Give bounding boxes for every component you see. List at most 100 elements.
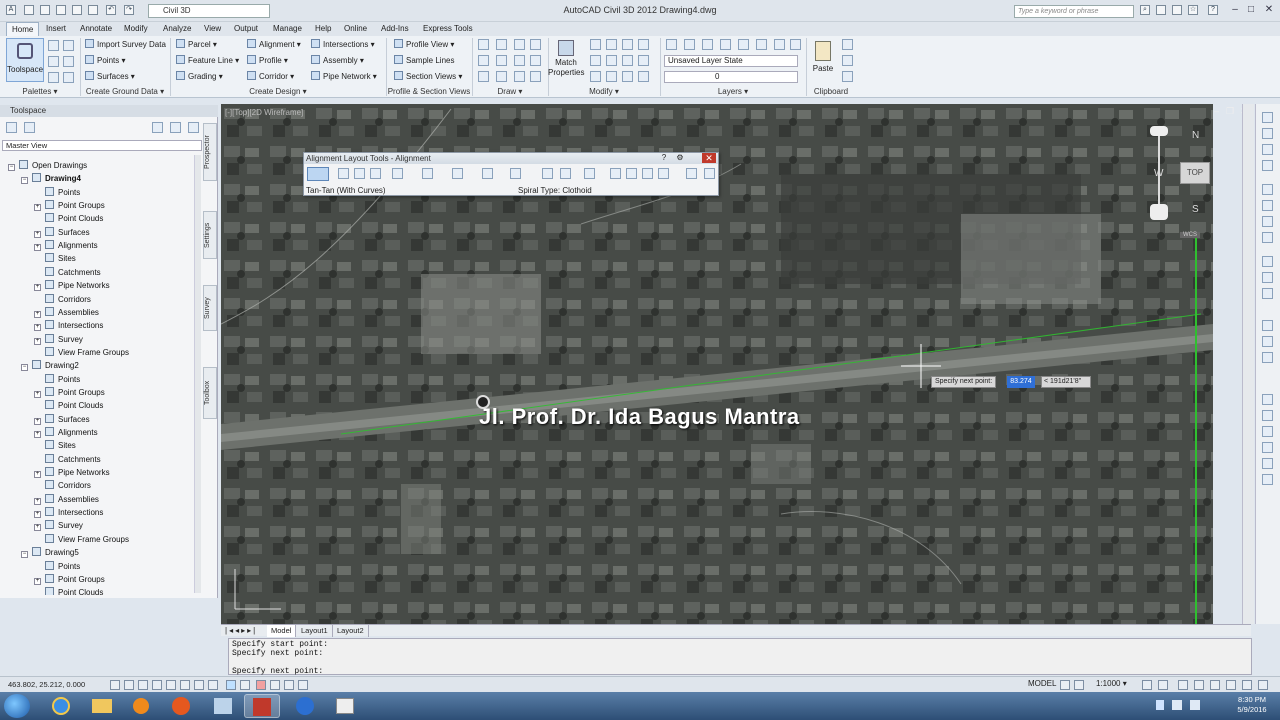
palette-icon[interactable]	[63, 56, 74, 67]
tree-item[interactable]: − Drawing4	[21, 172, 81, 185]
explode-icon[interactable]	[638, 55, 649, 66]
viewcube-south[interactable]: S	[1192, 204, 1199, 215]
refresh-icon[interactable]	[24, 122, 35, 133]
tree-item[interactable]: +Point Clouds	[34, 399, 103, 412]
copy-icon[interactable]	[590, 55, 601, 66]
minimize-icon[interactable]: –	[1228, 4, 1242, 16]
tab-home[interactable]: Home	[6, 22, 40, 36]
viewcube-top-face[interactable]: TOP	[1180, 162, 1210, 184]
taskbar-autocad-icon[interactable]	[244, 694, 280, 718]
nav-tool-icon[interactable]	[1262, 160, 1273, 171]
taskbar-firefox-icon[interactable]	[164, 694, 200, 718]
new-icon[interactable]	[24, 5, 34, 15]
tree-item[interactable]: + Point Groups	[34, 199, 105, 212]
close-icon[interactable]: ✕	[1262, 4, 1276, 16]
panel-layers[interactable]: Layers ▾	[660, 86, 806, 98]
offset-icon[interactable]	[638, 71, 649, 82]
wcs-menu[interactable]: WCS	[1180, 232, 1200, 238]
redo-icon[interactable]	[704, 168, 715, 179]
expand-icon[interactable]: +	[34, 524, 41, 532]
expand-icon[interactable]: +	[34, 337, 41, 345]
corridor-button[interactable]: Corridor ▾	[247, 71, 294, 83]
layer-state-dropdown[interactable]: Unsaved Layer State	[664, 55, 798, 67]
move-icon[interactable]	[590, 39, 601, 50]
tab-help[interactable]: Help	[315, 22, 331, 36]
layer-icon[interactable]	[756, 39, 767, 50]
expand-icon[interactable]: +	[34, 511, 41, 519]
match-properties-button[interactable]: Match Properties	[548, 38, 584, 82]
quick-view-drawings-icon[interactable]	[1074, 680, 1084, 690]
fillet-icon[interactable]	[622, 55, 633, 66]
panel-modify[interactable]: Modify ▾	[548, 86, 660, 98]
options-icon[interactable]: ⚙	[674, 153, 686, 163]
workspace-switching-icon[interactable]	[1178, 680, 1188, 690]
close-icon[interactable]: ✕	[702, 153, 716, 163]
taskbar-app-icon[interactable]	[328, 694, 364, 718]
taskbar-app-icon[interactable]	[288, 694, 324, 718]
save-icon[interactable]	[56, 5, 66, 15]
pan-icon[interactable]	[1262, 184, 1273, 195]
toolbar-icon[interactable]	[152, 122, 163, 133]
panel-draw[interactable]: Draw ▾	[472, 86, 548, 98]
ellipse-icon[interactable]	[496, 71, 507, 82]
tree-item[interactable]: +Corridors	[34, 293, 91, 306]
open-icon[interactable]	[40, 5, 50, 15]
expand-icon[interactable]: −	[21, 364, 28, 372]
tree-item[interactable]: + Survey	[34, 333, 83, 346]
viewcube-west[interactable]: W	[1154, 168, 1163, 179]
help-icon[interactable]: ?	[1208, 5, 1218, 15]
tab-model[interactable]: Model	[267, 625, 297, 637]
undo-icon[interactable]: ↶	[106, 5, 116, 15]
expand-icon[interactable]: +	[34, 471, 41, 479]
pipe-network-button[interactable]: Pipe Network ▾	[311, 71, 377, 83]
viewcube-north[interactable]: N	[1192, 130, 1199, 141]
lock-icon[interactable]	[1194, 680, 1204, 690]
arc-icon[interactable]	[514, 39, 525, 50]
tree-item[interactable]: − Drawing5	[21, 546, 79, 559]
start-button[interactable]	[4, 694, 30, 718]
filter-icon[interactable]	[6, 122, 17, 133]
restore-icon[interactable]: ❐	[1226, 106, 1234, 117]
tab-online[interactable]: Online	[344, 22, 367, 36]
help-icon[interactable]	[188, 122, 199, 133]
nav-tool-icon[interactable]	[1262, 272, 1273, 283]
section-views-button[interactable]: Section Views ▾	[394, 71, 462, 83]
profile-button[interactable]: Profile ▾	[247, 55, 288, 67]
tree-item[interactable]: +Points	[34, 373, 80, 386]
viewport-controls[interactable]: [-][Top][2D Wireframe]	[225, 108, 303, 117]
hardware-acceleration-icon[interactable]	[1210, 680, 1220, 690]
convert-icon[interactable]	[542, 168, 553, 179]
sample-lines-button[interactable]: Sample Lines	[394, 55, 454, 67]
tab-annotate[interactable]: Annotate	[80, 22, 112, 36]
tree-item[interactable]: + Alignments	[34, 426, 98, 439]
layer-icon[interactable]	[720, 39, 731, 50]
steering-wheel-icon[interactable]	[1262, 232, 1273, 243]
nav-tool-icon[interactable]	[1262, 394, 1273, 405]
tree-item[interactable]: − Drawing2	[21, 359, 79, 372]
tab-add-ins[interactable]: Add-Ins	[381, 22, 409, 36]
rotate-icon[interactable]	[530, 39, 541, 50]
tree-item[interactable]: + Assemblies	[34, 493, 99, 506]
orbit-icon[interactable]	[1262, 216, 1273, 227]
snap-icon[interactable]	[110, 680, 120, 690]
quick-view-layouts-icon[interactable]	[1060, 680, 1070, 690]
line-icon[interactable]	[478, 39, 489, 50]
otrack-icon[interactable]	[194, 680, 204, 690]
transparency-icon[interactable]	[256, 680, 266, 690]
alignment-toolbar-title[interactable]: Alignment Layout Tools - Alignment	[304, 153, 718, 164]
cursor-coordinates[interactable]: 463.802, 25.212, 0.000	[8, 680, 85, 689]
selection-cycling-icon[interactable]	[284, 680, 294, 690]
layer-icon[interactable]	[666, 39, 677, 50]
tree-item[interactable]: + Alignments	[34, 239, 98, 252]
annotation-visibility-icon[interactable]	[1142, 680, 1152, 690]
tab-layout1[interactable]: Layout1	[297, 625, 333, 637]
properties-icon[interactable]	[642, 168, 653, 179]
master-view-dropdown[interactable]: Master View	[2, 140, 202, 151]
import-survey-data-button[interactable]: Import Survey Data	[85, 39, 166, 51]
undo-icon[interactable]	[686, 168, 697, 179]
scale-icon[interactable]	[606, 71, 617, 82]
search-icon[interactable]: ⌕	[1140, 5, 1150, 15]
layer-icon[interactable]	[684, 39, 695, 50]
nav-tool-icon[interactable]	[1262, 128, 1273, 139]
taskbar-clock[interactable]: 8:30 PM 5/9/2016	[1228, 695, 1276, 715]
